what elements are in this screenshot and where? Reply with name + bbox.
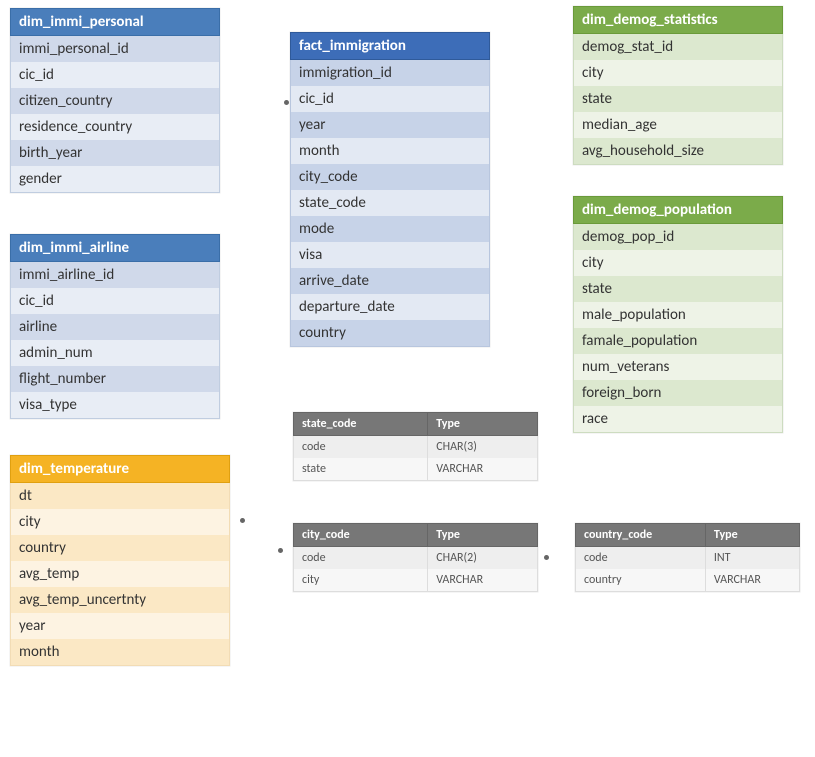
column-name: citizen_country xyxy=(11,88,220,114)
column-name: visa xyxy=(291,242,490,268)
lookup-type: VARCHAR xyxy=(428,569,538,592)
column-name: visa_type xyxy=(11,392,220,419)
connector-dot-icon xyxy=(544,555,549,560)
connector-dot-icon xyxy=(278,548,283,553)
column-name: num_veterans xyxy=(574,354,783,380)
lookup-col: state xyxy=(294,458,428,481)
column-name: city xyxy=(574,60,783,86)
column-name: mode xyxy=(291,216,490,242)
table-header: fact_immigration xyxy=(291,33,490,60)
column-name: country xyxy=(291,320,490,347)
column-name: gender xyxy=(11,166,220,193)
column-name: city xyxy=(574,250,783,276)
column-name: airline xyxy=(11,314,220,340)
column-name: birth_year xyxy=(11,140,220,166)
lookup-type: INT xyxy=(705,547,799,570)
table-header: dim_immi_personal xyxy=(11,9,220,36)
column-name: state xyxy=(574,276,783,302)
table-state-code: state_code Type code CHAR(3) state VARCH… xyxy=(293,412,538,481)
table-dim-immi-personal: dim_immi_personal immi_personal_id cic_i… xyxy=(10,8,220,193)
table-country-code: country_code Type code INT country VARCH… xyxy=(575,523,800,592)
table-header: dim_immi_airline xyxy=(11,235,220,262)
lookup-type: CHAR(3) xyxy=(428,436,538,459)
table-dim-temperature: dim_temperature dt city country avg_temp… xyxy=(10,455,230,666)
column-name: demog_stat_id xyxy=(574,34,783,61)
lookup-header-type: Type xyxy=(428,413,538,436)
column-name: departure_date xyxy=(291,294,490,320)
lookup-col: country xyxy=(576,569,706,592)
column-name: month xyxy=(291,138,490,164)
column-name: arrive_date xyxy=(291,268,490,294)
lookup-type: CHAR(2) xyxy=(428,547,538,570)
connector-dot-icon xyxy=(284,100,289,105)
lookup-header-type: Type xyxy=(705,524,799,547)
column-name: avg_temp_uncertnty xyxy=(11,587,230,613)
column-name: city xyxy=(11,509,230,535)
table-header: dim_temperature xyxy=(11,456,230,483)
table-dim-demog-population: dim_demog_population demog_pop_id city s… xyxy=(573,196,783,433)
lookup-header-name: state_code xyxy=(294,413,428,436)
column-name: cic_id xyxy=(291,86,490,112)
column-name: immi_airline_id xyxy=(11,262,220,289)
table-dim-immi-airline: dim_immi_airline immi_airline_id cic_id … xyxy=(10,234,220,419)
table-dim-demog-statistics: dim_demog_statistics demog_stat_id city … xyxy=(573,6,783,165)
table-city-code: city_code Type code CHAR(2) city VARCHAR xyxy=(293,523,538,592)
lookup-col: code xyxy=(294,547,428,570)
table-header: dim_demog_statistics xyxy=(574,7,783,34)
column-name: state xyxy=(574,86,783,112)
table-fact-immigration: fact_immigration immigration_id cic_id y… xyxy=(290,32,490,347)
column-name: admin_num xyxy=(11,340,220,366)
column-name: avg_temp xyxy=(11,561,230,587)
lookup-header-name: country_code xyxy=(576,524,706,547)
column-name: dt xyxy=(11,483,230,510)
column-name: avg_household_size xyxy=(574,138,783,165)
column-name: year xyxy=(11,613,230,639)
lookup-col: code xyxy=(294,436,428,459)
column-name: state_code xyxy=(291,190,490,216)
column-name: cic_id xyxy=(11,62,220,88)
lookup-header-name: city_code xyxy=(294,524,428,547)
lookup-type: VARCHAR xyxy=(428,458,538,481)
column-name: year xyxy=(291,112,490,138)
column-name: country xyxy=(11,535,230,561)
column-name: cic_id xyxy=(11,288,220,314)
column-name: immigration_id xyxy=(291,60,490,87)
lookup-col: city xyxy=(294,569,428,592)
column-name: residence_country xyxy=(11,114,220,140)
column-name: race xyxy=(574,406,783,433)
connector-dot-icon xyxy=(240,518,245,523)
lookup-header-type: Type xyxy=(428,524,538,547)
column-name: male_population xyxy=(574,302,783,328)
column-name: famale_population xyxy=(574,328,783,354)
column-name: demog_pop_id xyxy=(574,224,783,251)
column-name: city_code xyxy=(291,164,490,190)
column-name: median_age xyxy=(574,112,783,138)
column-name: flight_number xyxy=(11,366,220,392)
lookup-type: VARCHAR xyxy=(705,569,799,592)
lookup-col: code xyxy=(576,547,706,570)
column-name: foreign_born xyxy=(574,380,783,406)
column-name: immi_personal_id xyxy=(11,36,220,63)
table-header: dim_demog_population xyxy=(574,197,783,224)
column-name: month xyxy=(11,639,230,666)
